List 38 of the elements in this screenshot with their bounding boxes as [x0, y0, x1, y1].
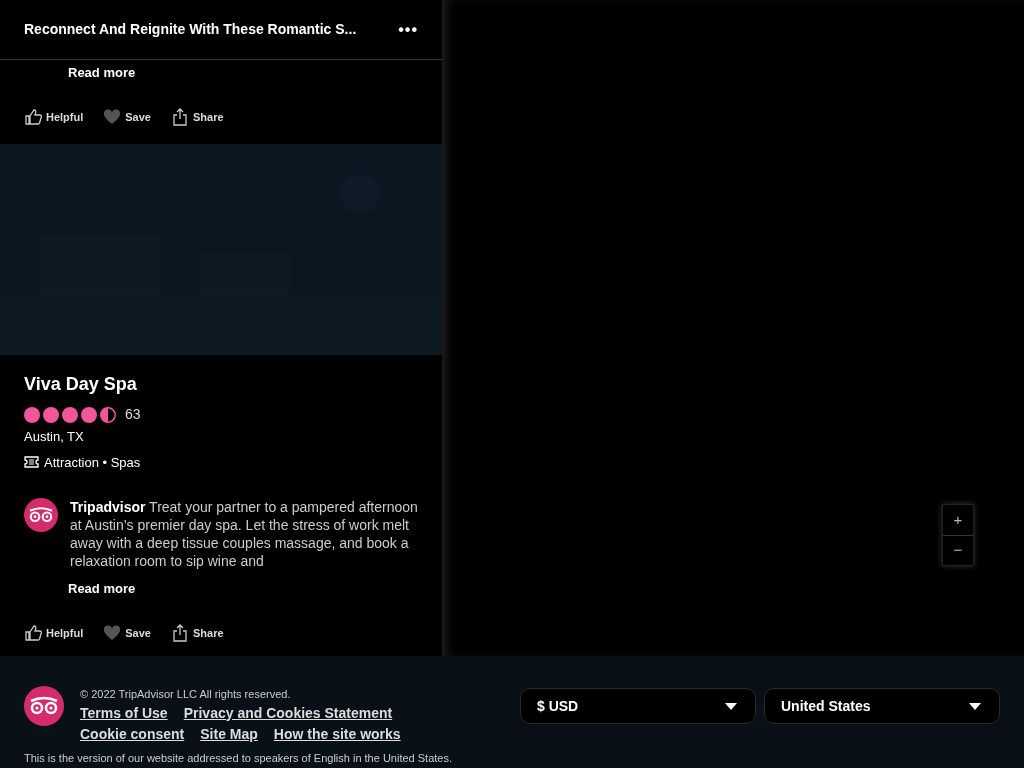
country-select[interactable]: United States	[764, 688, 1000, 724]
caret-icon	[725, 702, 737, 710]
place-name[interactable]: Viva Day Spa	[24, 371, 418, 398]
zoom-in-button[interactable]: +	[943, 505, 973, 535]
currency-select[interactable]: $ USD	[520, 688, 756, 724]
heart-icon	[103, 624, 122, 642]
review-count[interactable]: 63	[125, 404, 141, 425]
helpful-button[interactable]: Helpful	[24, 624, 84, 642]
copyright-text: © 2022 TripAdvisor LLC All rights reserved.	[80, 687, 292, 702]
footer-link[interactable]: Terms of Use	[80, 702, 168, 724]
more-options-button[interactable]: •••	[398, 17, 418, 42]
share-button[interactable]: Share	[171, 108, 224, 126]
helpful-button[interactable]: Helpful	[24, 108, 84, 126]
footer-link[interactable]: How the site works	[273, 723, 401, 745]
article-title: Reconnect And Reignite With These Romantic S...	[24, 20, 357, 39]
thumbs-up-icon	[24, 624, 42, 642]
heart-icon	[103, 108, 122, 126]
share-icon	[171, 108, 189, 126]
read-more-link[interactable]: Read more	[68, 63, 136, 83]
footer-link[interactable]: Site Map	[200, 723, 258, 745]
map-area[interactable]: + −	[442, 0, 1024, 656]
location-text: Austin, TX	[24, 428, 85, 446]
category-text: Attraction • Spas	[44, 453, 141, 472]
share-icon	[171, 624, 189, 642]
owl-logo-icon	[24, 498, 58, 532]
share-button[interactable]: Share	[171, 624, 224, 642]
thumbs-up-icon	[24, 108, 42, 126]
save-button[interactable]: Save	[103, 108, 151, 126]
read-more-link[interactable]: Read more	[68, 579, 136, 599]
owl-logo-icon	[24, 686, 64, 726]
ticket-icon	[24, 456, 39, 469]
caret-icon	[969, 702, 981, 710]
footer-link[interactable]: Cookie consent	[80, 723, 185, 745]
language-note: This is the version of our website addressed to speakers of English in the United States.	[24, 750, 452, 766]
description-text: Tripadvisor Treat your partner to a pampered afternoon at Austin’s premier day spa. Let the stress of work melt away with a deep tissue couples massage, and book a relaxation room to sip wine and	[70, 498, 418, 570]
zoom-out-button[interactable]: −	[943, 535, 973, 565]
save-button[interactable]: Save	[103, 624, 151, 642]
footer-link[interactable]: Privacy and Cookies Statement	[183, 702, 393, 724]
